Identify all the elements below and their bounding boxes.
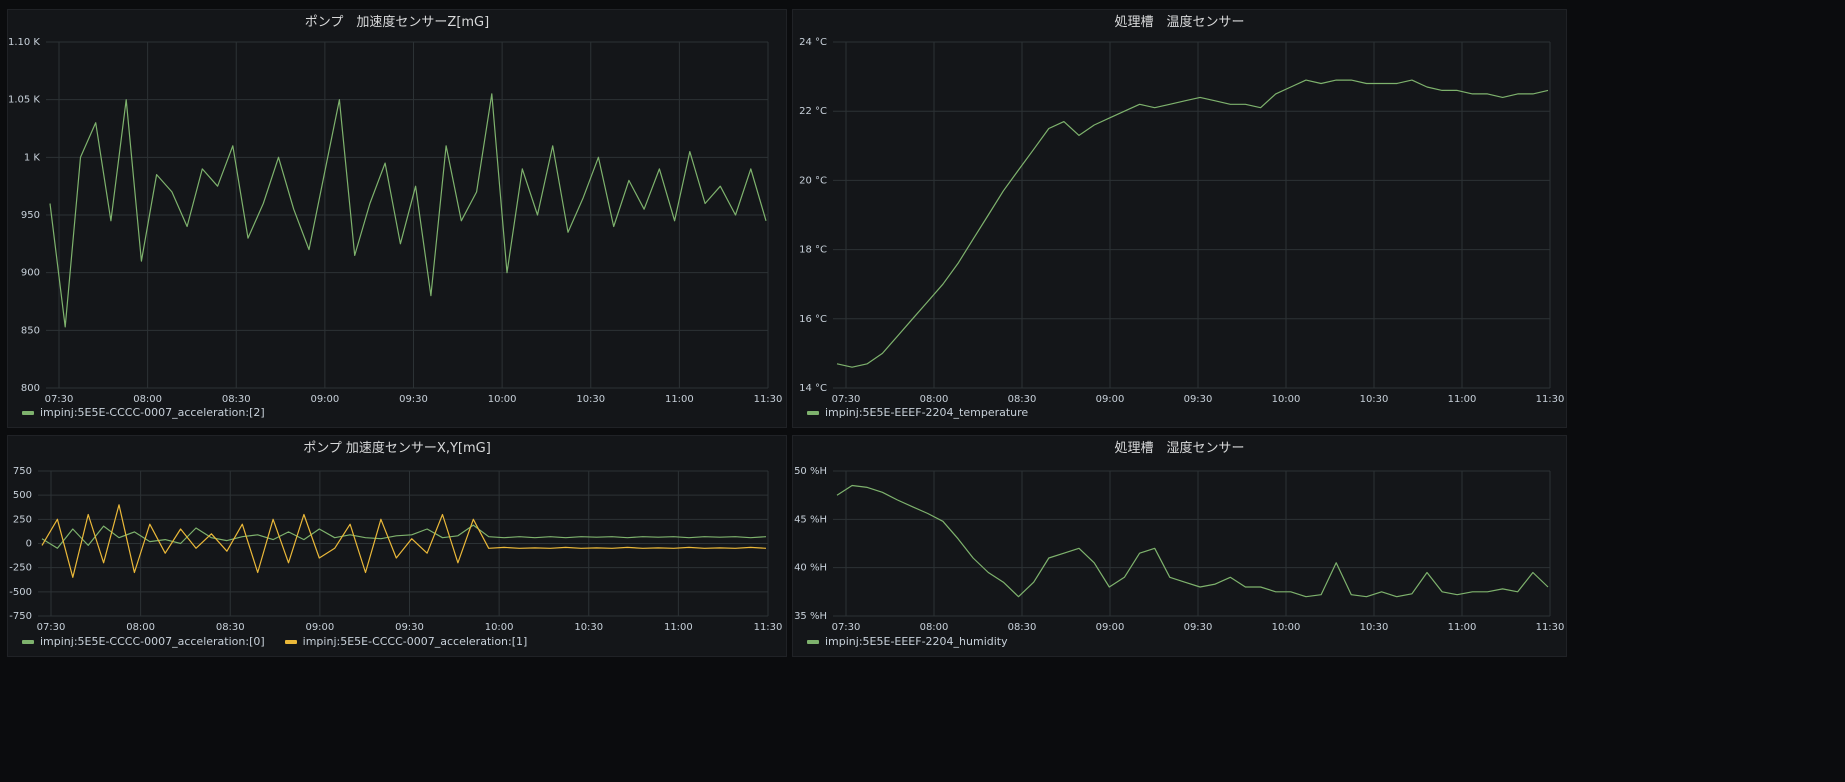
y-tick-label: 500 bbox=[13, 490, 32, 501]
panel-tank-temperature: 処理槽 温度センサー 14 °C 16 °C 18 °C 20 °C 22 °C 24 °… bbox=[792, 9, 1567, 428]
y-tick-label: 800 bbox=[21, 383, 40, 394]
y-tick-label: 1.10 K bbox=[8, 37, 40, 48]
y-tick-label: 22 °C bbox=[799, 106, 827, 117]
x-tick-label: 07:30 bbox=[37, 622, 66, 633]
series-line bbox=[836, 484, 1549, 598]
legend-item[interactable]: impinj:5E5E-CCCC-0007_acceleration:[0] bbox=[22, 635, 265, 648]
panel-tank-humidity: 処理槽 湿度センサー 35 %H 40 %H 45 %H 50 %H 07:30 08:0… bbox=[792, 435, 1567, 657]
x-tick-label: 10:30 bbox=[576, 394, 605, 405]
x-tick-label: 08:00 bbox=[133, 394, 162, 405]
x-tick-label: 09:00 bbox=[1096, 394, 1125, 405]
x-tick-label: 09:30 bbox=[1184, 622, 1213, 633]
legend: impinj:5E5E-CCCC-0007_acceleration:[2] bbox=[22, 406, 265, 419]
legend: impinj:5E5E-EEEF-2204_temperature bbox=[807, 406, 1028, 419]
legend-label: impinj:5E5E-EEEF-2204_temperature bbox=[825, 406, 1029, 419]
chart-plot: 35 %H 40 %H 45 %H 50 %H 07:30 08:00 08:30 09:00… bbox=[794, 466, 1565, 633]
x-tick-label: 11:00 bbox=[665, 394, 694, 405]
legend-item[interactable]: impinj:5E5E-EEEF-2204_temperature bbox=[807, 406, 1028, 419]
y-tick-label: 1 K bbox=[24, 152, 41, 163]
y-tick-label: 850 bbox=[21, 325, 40, 336]
x-tick-label: 11:30 bbox=[1536, 394, 1565, 405]
x-tick-label: 08:30 bbox=[1008, 394, 1037, 405]
x-tick-label: 10:00 bbox=[1272, 622, 1301, 633]
y-tick-label: 750 bbox=[13, 466, 32, 477]
x-tick-label: 11:30 bbox=[1536, 622, 1565, 633]
y-tick-label: 1.05 K bbox=[8, 95, 40, 106]
x-tick-label: 11:00 bbox=[664, 622, 693, 633]
x-tick-label: 07:30 bbox=[45, 394, 74, 405]
legend: impinj:5E5E-CCCC-0007_acceleration:[0] im… bbox=[22, 635, 527, 648]
series-line bbox=[49, 93, 767, 328]
x-tick-label: 09:00 bbox=[310, 394, 339, 405]
x-tick-label: 08:30 bbox=[1008, 622, 1037, 633]
y-tick-label: 24 °C bbox=[799, 37, 827, 48]
y-tick-label: 250 bbox=[13, 514, 32, 525]
legend-swatch-icon bbox=[22, 410, 34, 415]
x-tick-label: 09:30 bbox=[1184, 394, 1213, 405]
y-tick-label: 35 %H bbox=[794, 611, 827, 622]
y-tick-label: 950 bbox=[21, 210, 40, 221]
y-tick-label: -500 bbox=[9, 587, 32, 598]
y-tick-label: 20 °C bbox=[799, 175, 827, 186]
legend: impinj:5E5E-EEEF-2204_humidity bbox=[807, 635, 1008, 648]
legend-swatch-icon bbox=[807, 639, 819, 644]
x-tick-label: 11:00 bbox=[1448, 622, 1477, 633]
x-tick-label: 09:00 bbox=[1096, 622, 1125, 633]
legend-item[interactable]: impinj:5E5E-CCCC-0007_acceleration:[2] bbox=[22, 406, 265, 419]
legend-label: impinj:5E5E-CCCC-0007_acceleration:[1] bbox=[302, 635, 528, 648]
series-line bbox=[836, 79, 1549, 368]
x-tick-label: 07:30 bbox=[832, 622, 861, 633]
y-tick-label: 0 bbox=[26, 539, 32, 550]
y-tick-label: 18 °C bbox=[799, 245, 827, 256]
x-tick-label: 08:30 bbox=[222, 394, 251, 405]
x-tick-label: 10:30 bbox=[1360, 622, 1389, 633]
x-tick-label: 10:00 bbox=[1272, 394, 1301, 405]
y-tick-label: 45 %H bbox=[794, 514, 827, 525]
y-tick-label: 50 %H bbox=[794, 466, 827, 477]
chart-plot: 14 °C 16 °C 18 °C 20 °C 22 °C 24 °C 07:30 08:00… bbox=[799, 37, 1565, 405]
x-tick-label: 09:30 bbox=[395, 622, 424, 633]
x-tick-label: 11:00 bbox=[1448, 394, 1477, 405]
panel-pump-acceleration-xy: ポンプ 加速度センサーX,Y[mG] -750 -500 -250 0 250 500 75… bbox=[7, 435, 787, 657]
x-tick-label: 07:30 bbox=[832, 394, 861, 405]
chart-plot: -750 -500 -250 0 250 500 750 07:30 08:00 08:30 09:… bbox=[9, 466, 783, 633]
x-tick-label: 10:00 bbox=[485, 622, 514, 633]
panel-pump-acceleration-z: ポンプ 加速度センサーZ[mG] 800 850 900 950 1 K 1.05 K 1.… bbox=[7, 9, 787, 428]
x-tick-label: 10:00 bbox=[488, 394, 517, 405]
x-tick-label: 08:00 bbox=[920, 394, 949, 405]
y-tick-label: 40 %H bbox=[794, 563, 827, 574]
x-tick-label: 10:30 bbox=[574, 622, 603, 633]
legend-label: impinj:5E5E-CCCC-0007_acceleration:[0] bbox=[40, 635, 265, 648]
y-tick-label: 14 °C bbox=[799, 383, 827, 394]
y-tick-label: -250 bbox=[9, 563, 32, 574]
legend-label: impinj:5E5E-CCCC-0007_acceleration:[2] bbox=[40, 406, 265, 419]
legend-swatch-icon bbox=[807, 410, 819, 415]
y-tick-label: -750 bbox=[9, 611, 32, 622]
y-tick-label: 16 °C bbox=[799, 314, 827, 325]
x-tick-label: 08:00 bbox=[126, 622, 155, 633]
x-tick-label: 10:30 bbox=[1360, 394, 1389, 405]
legend-item[interactable]: impinj:5E5E-CCCC-0007_acceleration:[1] bbox=[284, 635, 528, 648]
x-tick-label: 08:00 bbox=[920, 622, 949, 633]
x-tick-label: 08:30 bbox=[216, 622, 245, 633]
chart-plot: 800 850 900 950 1 K 1.05 K 1.10 K 07:30 08:00 08:… bbox=[8, 37, 783, 405]
legend-item[interactable]: impinj:5E5E-EEEF-2204_humidity bbox=[807, 635, 1008, 648]
x-tick-label: 09:00 bbox=[305, 622, 334, 633]
x-tick-label: 09:30 bbox=[399, 394, 428, 405]
legend-swatch-icon bbox=[284, 639, 297, 644]
y-tick-label: 900 bbox=[21, 268, 40, 279]
legend-swatch-icon bbox=[22, 639, 34, 644]
legend-label: impinj:5E5E-EEEF-2204_humidity bbox=[825, 635, 1008, 648]
x-tick-label: 11:30 bbox=[754, 622, 783, 633]
series-line bbox=[41, 524, 767, 549]
x-tick-label: 11:30 bbox=[754, 394, 783, 405]
